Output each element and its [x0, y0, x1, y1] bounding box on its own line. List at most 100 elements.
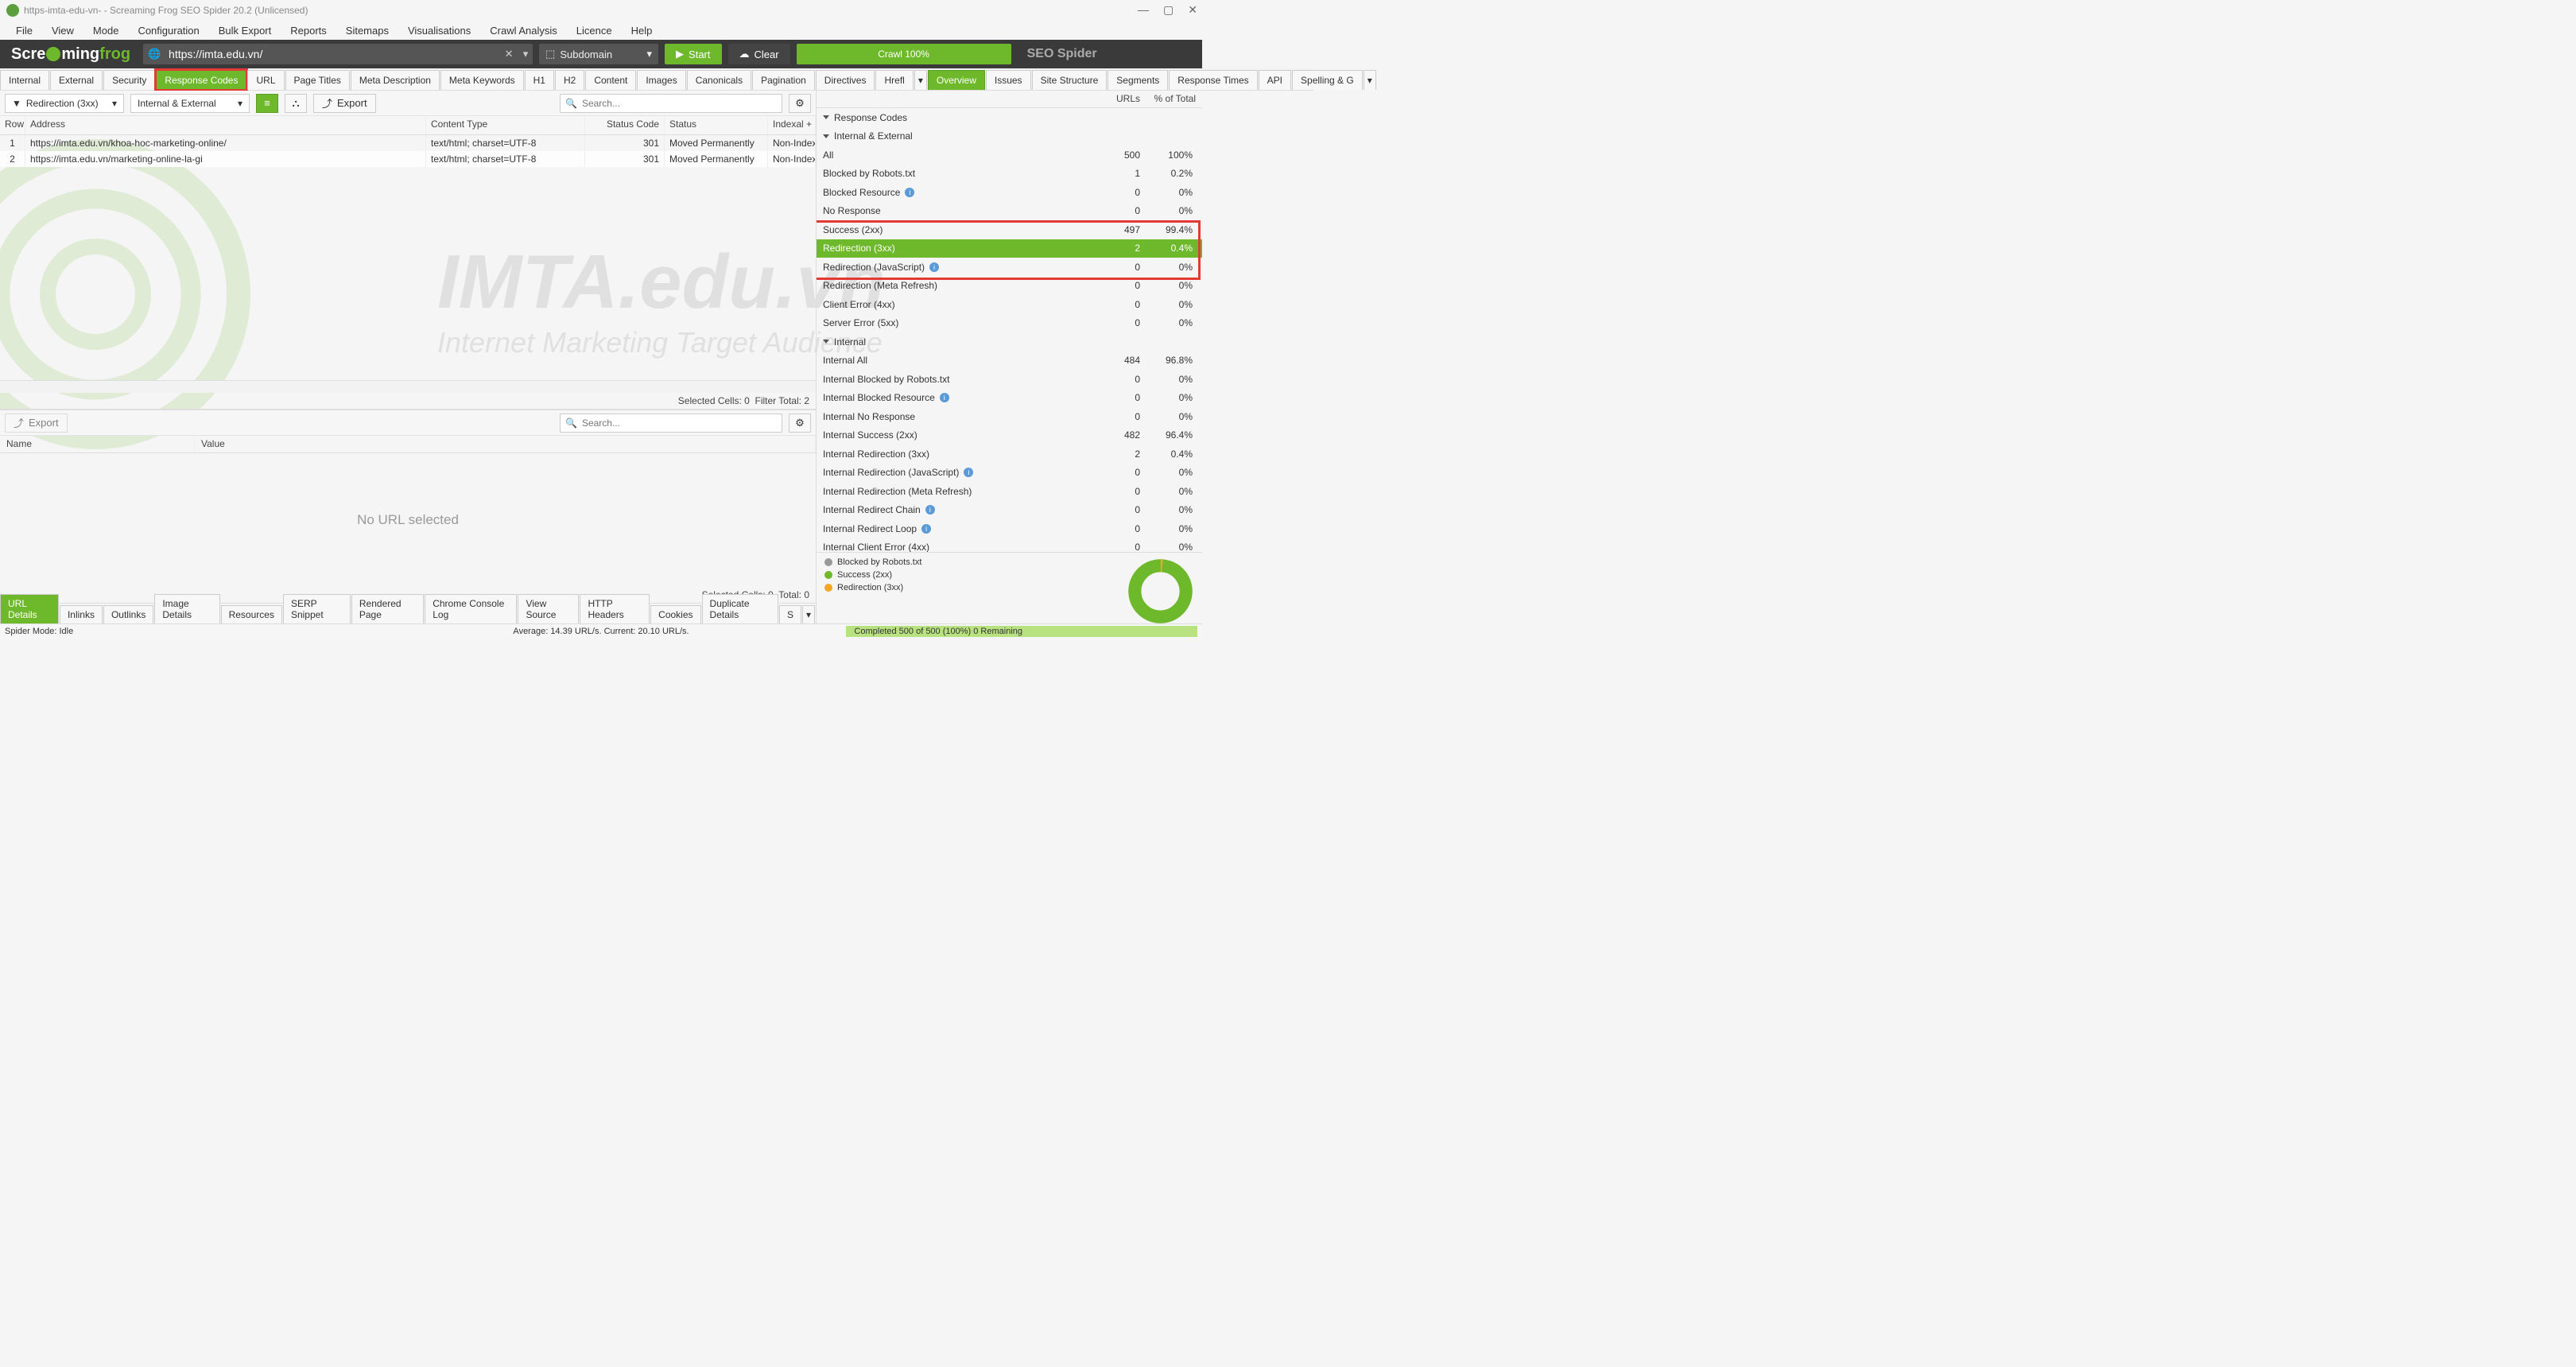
tree-item[interactable]: Internal Redirect Chaini00%	[817, 501, 1202, 520]
tab-meta-description[interactable]: Meta Description	[351, 70, 440, 90]
tree-item[interactable]: Internal No Response00%	[817, 407, 1202, 426]
menu-configuration[interactable]: Configuration	[130, 23, 207, 38]
menu-help[interactable]: Help	[623, 23, 661, 38]
rtab-api[interactable]: API	[1259, 70, 1291, 90]
ltab-url-details[interactable]: URL Details	[0, 594, 59, 623]
ltab-inlinks[interactable]: Inlinks	[60, 605, 103, 623]
info-icon[interactable]: i	[925, 505, 935, 515]
tree-item[interactable]: Server Error (5xx)00%	[817, 314, 1202, 333]
ltab-s[interactable]: S	[779, 605, 801, 623]
tab-security[interactable]: Security	[103, 70, 155, 90]
tree-item[interactable]: Internal	[817, 332, 1202, 351]
settings-icon[interactable]: ⚙	[789, 94, 811, 113]
start-button[interactable]: ▶Start	[665, 44, 721, 64]
menu-crawl-analysis[interactable]: Crawl Analysis	[482, 23, 565, 38]
clear-button[interactable]: ☁Clear	[728, 44, 790, 64]
filter2-select[interactable]: Internal & External▾	[130, 94, 250, 113]
tree-item[interactable]: Internal Blocked by Robots.txt00%	[817, 370, 1202, 389]
tree-item[interactable]: All500100%	[817, 146, 1202, 165]
export-button[interactable]: ⤴Export	[313, 94, 376, 113]
menu-view[interactable]: View	[44, 23, 82, 38]
tree-item[interactable]: Internal Success (2xx)48296.4%	[817, 426, 1202, 445]
tree-item[interactable]: Client Error (4xx)00%	[817, 295, 1202, 314]
tab-images[interactable]: Images	[637, 70, 685, 90]
rtab-response-times[interactable]: Response Times	[1169, 70, 1257, 90]
tree-item[interactable]: Internal Client Error (4xx)00%	[817, 538, 1202, 553]
table-row[interactable]: 2https://imta.edu.vn/marketing-online-la…	[0, 151, 816, 167]
table-row[interactable]: 1https://imta.edu.vn/khoa-hoc-marketing-…	[0, 135, 816, 151]
ltab-outlinks[interactable]: Outlinks	[103, 605, 153, 623]
ltab-resources[interactable]: Resources	[221, 605, 282, 623]
search-input-lower[interactable]: 🔍Search...	[560, 414, 782, 433]
tab-external[interactable]: External	[50, 70, 103, 90]
tab-h2[interactable]: H2	[555, 70, 584, 90]
tree-item[interactable]: Success (2xx)49799.4%	[817, 220, 1202, 239]
ltabs-overflow-icon[interactable]: ▾	[802, 605, 815, 623]
rtab-spelling---g[interactable]: Spelling & G	[1292, 70, 1363, 90]
tab-pagination[interactable]: Pagination	[752, 70, 815, 90]
ltab-chrome-console-log[interactable]: Chrome Console Log	[425, 594, 517, 623]
ltab-image-details[interactable]: Image Details	[154, 594, 219, 623]
menu-bulk-export[interactable]: Bulk Export	[211, 23, 279, 38]
tree-item[interactable]: Redirection (Meta Refresh)00%	[817, 277, 1202, 296]
ltab-http-headers[interactable]: HTTP Headers	[580, 594, 650, 623]
tree-item[interactable]: Blocked Resourcei00%	[817, 183, 1202, 202]
menu-file[interactable]: File	[8, 23, 41, 38]
ltab-rendered-page[interactable]: Rendered Page	[351, 594, 424, 623]
info-icon[interactable]: i	[929, 262, 939, 272]
menu-visualisations[interactable]: Visualisations	[400, 23, 479, 38]
info-icon[interactable]: i	[921, 524, 931, 534]
rtab-overview[interactable]: Overview	[928, 70, 985, 90]
filter1-select[interactable]: ▼Redirection (3xx)▾	[5, 94, 124, 113]
minimize-icon[interactable]: —	[1138, 3, 1149, 17]
rtab-segments[interactable]: Segments	[1108, 70, 1168, 90]
tree-item[interactable]: Response Codes	[817, 108, 1202, 127]
tab-page-titles[interactable]: Page Titles	[285, 70, 350, 90]
ltab-view-source[interactable]: View Source	[518, 594, 579, 623]
url-input[interactable]	[165, 45, 499, 64]
ltab-cookies[interactable]: Cookies	[650, 605, 700, 623]
tree-item[interactable]: Redirection (3xx)20.4%	[817, 239, 1202, 258]
tree-item[interactable]: Blocked by Robots.txt10.2%	[817, 165, 1202, 184]
ltab-duplicate-details[interactable]: Duplicate Details	[702, 594, 778, 623]
tree-item[interactable]: Internal Redirection (Meta Refresh)00%	[817, 482, 1202, 501]
url-dropdown-icon[interactable]: ▾	[518, 48, 533, 60]
crawl-scope-select[interactable]: ⬚ Subdomain ▾	[539, 44, 658, 64]
export-button-lower[interactable]: ⤴Export	[5, 414, 68, 433]
clear-url-icon[interactable]: ✕	[499, 48, 518, 60]
tree-item[interactable]: Internal All48496.8%	[817, 351, 1202, 371]
tabs-overflow-icon[interactable]: ▾	[914, 70, 927, 90]
menu-sitemaps[interactable]: Sitemaps	[338, 23, 397, 38]
info-icon[interactable]: i	[964, 468, 973, 477]
maximize-icon[interactable]: ▢	[1163, 3, 1174, 17]
tab-canonicals[interactable]: Canonicals	[687, 70, 751, 90]
tab-h1[interactable]: H1	[525, 70, 554, 90]
tab-hrefl[interactable]: Hrefl	[875, 70, 913, 90]
tree-item[interactable]: Internal Blocked Resourcei00%	[817, 389, 1202, 408]
list-view-icon[interactable]: ≡	[256, 94, 278, 113]
h-scrollbar[interactable]	[0, 380, 816, 393]
info-icon[interactable]: i	[905, 188, 914, 197]
rtabs-overflow-icon[interactable]: ▾	[1364, 70, 1376, 90]
tree-view-icon[interactable]: ⛬	[285, 94, 307, 113]
rtab-site-structure[interactable]: Site Structure	[1032, 70, 1108, 90]
ltab-serp-snippet[interactable]: SERP Snippet	[283, 594, 351, 623]
menu-reports[interactable]: Reports	[282, 23, 335, 38]
rtab-issues[interactable]: Issues	[986, 70, 1031, 90]
tab-response-codes[interactable]: Response Codes	[156, 70, 246, 90]
search-input[interactable]: 🔍Search...	[560, 94, 782, 113]
tab-content[interactable]: Content	[585, 70, 636, 90]
tree-item[interactable]: Internal Redirection (3xx)20.4%	[817, 445, 1202, 464]
info-icon[interactable]: i	[940, 393, 949, 402]
settings-icon[interactable]: ⚙	[789, 414, 811, 433]
tree-item[interactable]: No Response00%	[817, 202, 1202, 221]
tree-item[interactable]: Internal Redirection (JavaScript)i00%	[817, 464, 1202, 483]
tab-meta-keywords[interactable]: Meta Keywords	[440, 70, 524, 90]
tree-item[interactable]: Redirection (JavaScript)i00%	[817, 258, 1202, 277]
tab-url[interactable]: URL	[247, 70, 284, 90]
menu-mode[interactable]: Mode	[85, 23, 127, 38]
tree-item[interactable]: Internal & External	[817, 127, 1202, 146]
tab-internal[interactable]: Internal	[0, 70, 49, 90]
tree-item[interactable]: Internal Redirect Loopi00%	[817, 519, 1202, 538]
close-icon[interactable]: ✕	[1188, 3, 1197, 17]
